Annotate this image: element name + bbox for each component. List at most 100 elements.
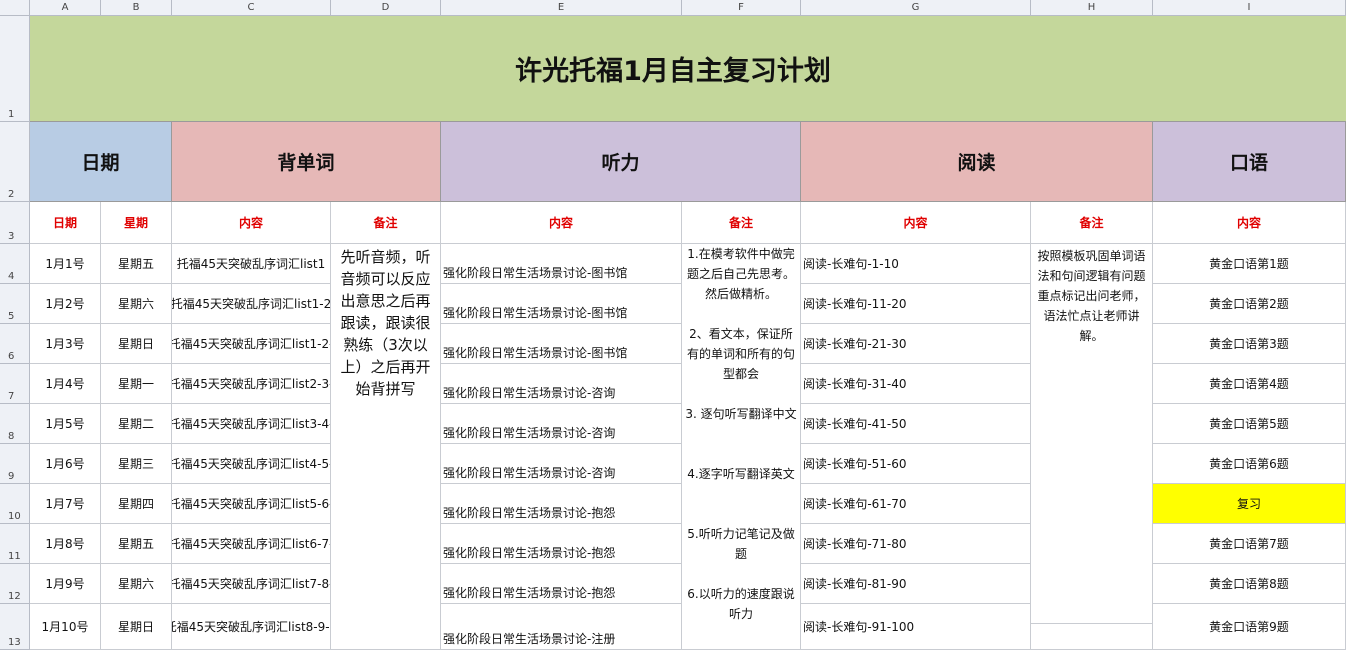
cell-date[interactable]: 1月1号 bbox=[30, 244, 101, 284]
cell-speaking[interactable]: 复习 bbox=[1153, 484, 1346, 524]
section-vocab[interactable]: 背单词 bbox=[172, 122, 441, 202]
cell-weekday[interactable]: 星期日 bbox=[101, 324, 172, 364]
cell-speaking[interactable]: 黄金口语第7题 bbox=[1153, 524, 1346, 564]
cell-speaking[interactable]: 黄金口语第3题 bbox=[1153, 324, 1346, 364]
row-header-11[interactable]: 11 bbox=[0, 524, 30, 564]
subheader-vocab-note[interactable]: 备注 bbox=[331, 202, 441, 244]
cell-listening[interactable]: 强化阶段日常生活场景讨论-图书馆 bbox=[441, 284, 682, 324]
column-header-i[interactable]: I bbox=[1153, 0, 1346, 16]
subheader-speaking-content[interactable]: 内容 bbox=[1153, 202, 1346, 244]
row-header-8[interactable]: 8 bbox=[0, 404, 30, 444]
cell-date[interactable]: 1月9号 bbox=[30, 564, 101, 604]
subheader-listening-note[interactable]: 备注 bbox=[682, 202, 801, 244]
cell-reading[interactable]: 阅读-长难句-71-80 bbox=[801, 524, 1031, 564]
row-header-5[interactable]: 5 bbox=[0, 284, 30, 324]
row-header-2[interactable]: 2 bbox=[0, 122, 30, 202]
cell-speaking[interactable]: 黄金口语第5题 bbox=[1153, 404, 1346, 444]
subheader-listening-content[interactable]: 内容 bbox=[441, 202, 682, 244]
row-header-3[interactable]: 3 bbox=[0, 202, 30, 244]
cell-vocab[interactable]: 托福45天突破乱序词汇list1-2 bbox=[172, 284, 331, 324]
cell-reading[interactable]: 阅读-长难句-51-60 bbox=[801, 444, 1031, 484]
cell-listening[interactable]: 强化阶段日常生活场景讨论-咨询 bbox=[441, 404, 682, 444]
cell-reading[interactable]: 阅读-长难句-61-70 bbox=[801, 484, 1031, 524]
subheader-vocab-content[interactable]: 内容 bbox=[172, 202, 331, 244]
cell-speaking[interactable]: 黄金口语第8题 bbox=[1153, 564, 1346, 604]
cell-speaking[interactable]: 黄金口语第9题 bbox=[1153, 604, 1346, 650]
cell-date[interactable]: 1月5号 bbox=[30, 404, 101, 444]
row-header-6[interactable]: 6 bbox=[0, 324, 30, 364]
column-header-c[interactable]: C bbox=[172, 0, 331, 16]
cell-weekday[interactable]: 星期日 bbox=[101, 604, 172, 650]
column-header-b[interactable]: B bbox=[101, 0, 172, 16]
cell-weekday[interactable]: 星期一 bbox=[101, 364, 172, 404]
cell-date[interactable]: 1月7号 bbox=[30, 484, 101, 524]
row-header-12[interactable]: 12 bbox=[0, 564, 30, 604]
select-all-corner[interactable] bbox=[0, 0, 30, 16]
cell-reading[interactable]: 阅读-长难句-81-90 bbox=[801, 564, 1031, 604]
column-header-a[interactable]: A bbox=[30, 0, 101, 16]
row-header-7[interactable]: 7 bbox=[0, 364, 30, 404]
row-header-13[interactable]: 13 bbox=[0, 604, 30, 650]
listening-note-cell[interactable]: 1.在模考软件中做完题之后自己先思考。然后做精析。 2、看文本，保证所有的单词和… bbox=[682, 244, 801, 650]
column-header-d[interactable]: D bbox=[331, 0, 441, 16]
cell-listening[interactable]: 强化阶段日常生活场景讨论-抱怨 bbox=[441, 484, 682, 524]
cell-date[interactable]: 1月8号 bbox=[30, 524, 101, 564]
column-header-g[interactable]: G bbox=[801, 0, 1031, 16]
cell-vocab[interactable]: 托福45天突破乱序词汇list1-2- bbox=[172, 324, 331, 364]
cell-vocab[interactable]: 托福45天突破乱序词汇list4-5- bbox=[172, 444, 331, 484]
row-header-4[interactable]: 4 bbox=[0, 244, 30, 284]
section-listening[interactable]: 听力 bbox=[441, 122, 801, 202]
sheet-title-cell[interactable]: 许光托福1月自主复习计划 bbox=[30, 16, 1346, 122]
cell-listening[interactable]: 强化阶段日常生活场景讨论-图书馆 bbox=[441, 324, 682, 364]
section-reading[interactable]: 阅读 bbox=[801, 122, 1153, 202]
cell-vocab[interactable]: 托福45天突破乱序词汇list7-8- bbox=[172, 564, 331, 604]
row-header-1[interactable]: 1 bbox=[0, 16, 30, 122]
cell-listening[interactable]: 强化阶段日常生活场景讨论-咨询 bbox=[441, 364, 682, 404]
cell-speaking[interactable]: 黄金口语第4题 bbox=[1153, 364, 1346, 404]
cell-date[interactable]: 1月10号 bbox=[30, 604, 101, 650]
cell-weekday[interactable]: 星期二 bbox=[101, 404, 172, 444]
cell-listening[interactable]: 强化阶段日常生活场景讨论-抱怨 bbox=[441, 564, 682, 604]
cell-speaking[interactable]: 黄金口语第6题 bbox=[1153, 444, 1346, 484]
cell-reading[interactable]: 阅读-长难句-41-50 bbox=[801, 404, 1031, 444]
cell-reading[interactable]: 阅读-长难句-1-10 bbox=[801, 244, 1031, 284]
cell-date[interactable]: 1月6号 bbox=[30, 444, 101, 484]
cell-vocab[interactable]: 托福45天突破乱序词汇list8-9-1 bbox=[172, 604, 331, 650]
cell-reading[interactable]: 阅读-长难句-11-20 bbox=[801, 284, 1031, 324]
cell-listening[interactable]: 强化阶段日常生活场景讨论-注册 bbox=[441, 604, 682, 650]
cell-vocab[interactable]: 托福45天突破乱序词汇list6-7- bbox=[172, 524, 331, 564]
section-speaking[interactable]: 口语 bbox=[1153, 122, 1346, 202]
cell-date[interactable]: 1月4号 bbox=[30, 364, 101, 404]
cell-date[interactable]: 1月2号 bbox=[30, 284, 101, 324]
row-header-10[interactable]: 10 bbox=[0, 484, 30, 524]
cell-reading[interactable]: 阅读-长难句-91-100 bbox=[801, 604, 1031, 650]
subheader-date[interactable]: 日期 bbox=[30, 202, 101, 244]
cell-vocab[interactable]: 托福45天突破乱序词汇list5-6- bbox=[172, 484, 331, 524]
subheader-weekday[interactable]: 星期 bbox=[101, 202, 172, 244]
cell-reading[interactable]: 阅读-长难句-31-40 bbox=[801, 364, 1031, 404]
section-date[interactable]: 日期 bbox=[30, 122, 172, 202]
column-header-f[interactable]: F bbox=[682, 0, 801, 16]
column-header-h[interactable]: H bbox=[1031, 0, 1153, 16]
cell-listening[interactable]: 强化阶段日常生活场景讨论-咨询 bbox=[441, 444, 682, 484]
cell-speaking[interactable]: 黄金口语第1题 bbox=[1153, 244, 1346, 284]
cell-weekday[interactable]: 星期四 bbox=[101, 484, 172, 524]
cell-reading[interactable]: 阅读-长难句-21-30 bbox=[801, 324, 1031, 364]
reading-note-cell[interactable]: 按照模板巩固单词语法和句间逻辑有问题重点标记出问老师，语法忙点让老师讲解。 bbox=[1031, 244, 1153, 624]
cell-weekday[interactable]: 星期三 bbox=[101, 444, 172, 484]
cell-listening[interactable]: 强化阶段日常生活场景讨论-抱怨 bbox=[441, 524, 682, 564]
cell-vocab[interactable]: 托福45天突破乱序词汇list1 bbox=[172, 244, 331, 284]
cell-date[interactable]: 1月3号 bbox=[30, 324, 101, 364]
row-header-9[interactable]: 9 bbox=[0, 444, 30, 484]
cell-listening[interactable]: 强化阶段日常生活场景讨论-图书馆 bbox=[441, 244, 682, 284]
subheader-reading-content[interactable]: 内容 bbox=[801, 202, 1031, 244]
cell-weekday[interactable]: 星期六 bbox=[101, 284, 172, 324]
cell-weekday[interactable]: 星期六 bbox=[101, 564, 172, 604]
cell-vocab[interactable]: 托福45天突破乱序词汇list3-4- bbox=[172, 404, 331, 444]
column-header-e[interactable]: E bbox=[441, 0, 682, 16]
subheader-reading-note[interactable]: 备注 bbox=[1031, 202, 1153, 244]
cell-weekday[interactable]: 星期五 bbox=[101, 524, 172, 564]
cell-weekday[interactable]: 星期五 bbox=[101, 244, 172, 284]
cell-vocab[interactable]: 托福45天突破乱序词汇list2-3- bbox=[172, 364, 331, 404]
reading-note-cell-empty[interactable] bbox=[1031, 624, 1153, 650]
